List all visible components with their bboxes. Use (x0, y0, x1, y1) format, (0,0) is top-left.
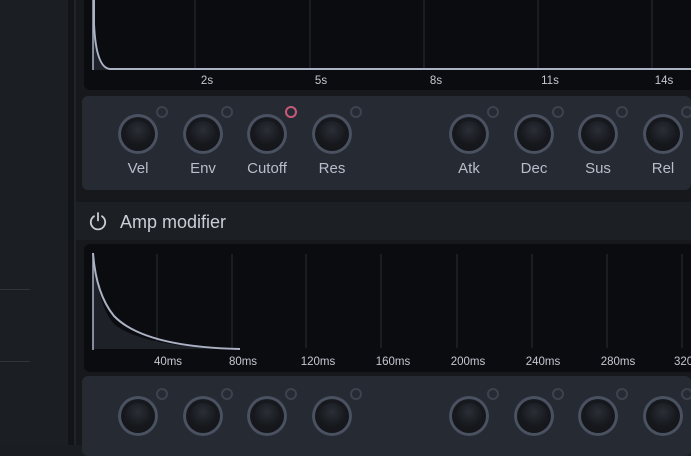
knob-label: Cutoff (247, 160, 287, 177)
knob-label: Atk (458, 160, 480, 177)
amp-knob-panel (82, 376, 691, 456)
sidebar (0, 0, 68, 445)
mod-indicator[interactable] (616, 388, 628, 400)
mod-indicator[interactable] (221, 106, 233, 118)
mod-indicator[interactable] (552, 106, 564, 118)
amp-modifier-graph[interactable]: 40ms 80ms 120ms 160ms 200ms 240ms 280ms … (84, 244, 691, 372)
amp-envelope-svg: 40ms 80ms 120ms 160ms 200ms 240ms 280ms … (92, 252, 691, 368)
knob-dial[interactable] (643, 114, 683, 154)
sidebar-divider (0, 289, 30, 290)
mod-indicator[interactable] (487, 388, 499, 400)
time-label: 2s (201, 75, 213, 87)
time-label: 80ms (229, 356, 257, 368)
knob-dial[interactable] (118, 396, 158, 436)
time-label: 280ms (601, 356, 636, 368)
knob-label: Env (190, 160, 216, 177)
mod-indicator[interactable] (552, 388, 564, 400)
time-label: 14s (655, 75, 674, 87)
filter-knob-panel: Vel Env Cutoff Res Atk Dec Sus Rel (82, 96, 691, 190)
knob-dial[interactable] (183, 114, 223, 154)
knob-dial[interactable] (118, 114, 158, 154)
knob-label: Sus (585, 160, 611, 177)
time-label: 320ms (674, 356, 691, 368)
knob-dial[interactable] (247, 396, 287, 436)
knob-label: Dec (520, 160, 548, 177)
mod-indicator[interactable] (156, 106, 168, 118)
time-label: 5s (315, 75, 327, 87)
amp-modifier-header: Amp modifier (76, 202, 691, 240)
mod-indicator[interactable] (350, 106, 362, 118)
filter-envelope-svg: 2s 5s 8s 11s 14s (92, 0, 691, 87)
mod-indicator[interactable] (285, 388, 297, 400)
mod-indicator[interactable] (350, 388, 362, 400)
time-label: 40ms (154, 356, 182, 368)
section-title: Amp modifier (120, 212, 227, 232)
knob-dial[interactable] (643, 396, 683, 436)
knob-dial[interactable] (514, 114, 554, 154)
knob-dial[interactable] (514, 396, 554, 436)
time-label: 160ms (376, 356, 411, 368)
time-label: 8s (430, 75, 442, 87)
time-label: 11s (541, 75, 559, 87)
mod-indicator[interactable] (681, 106, 691, 118)
knob-dial[interactable] (312, 114, 352, 154)
mod-indicator[interactable] (616, 106, 628, 118)
mod-indicator[interactable] (156, 388, 168, 400)
mod-indicator[interactable] (681, 388, 691, 400)
knob-dial[interactable] (183, 396, 223, 436)
mod-indicator[interactable] (221, 388, 233, 400)
time-label: 240ms (526, 356, 561, 368)
knob-dial[interactable] (578, 396, 618, 436)
mod-indicator[interactable] (487, 106, 499, 118)
knob-label: Rel (651, 160, 675, 177)
envelope-fill (93, 0, 691, 70)
knob-dial[interactable] (312, 396, 352, 436)
knob-dial[interactable] (247, 114, 287, 154)
knob-dial[interactable] (449, 114, 489, 154)
knob-label: Vel (127, 160, 149, 177)
time-label: 120ms (301, 356, 336, 368)
amp-envelope-fill (93, 253, 240, 349)
time-label: 200ms (451, 356, 486, 368)
mod-indicator-active[interactable] (285, 106, 297, 118)
filter-envelope-graph[interactable]: 2s 5s 8s 11s 14s (84, 0, 691, 90)
envelope-curve (93, 0, 691, 70)
knob-dial[interactable] (578, 114, 618, 154)
power-icon[interactable] (88, 211, 108, 236)
knob-label: Res (318, 160, 346, 177)
sidebar-divider (0, 361, 30, 362)
knob-dial[interactable] (449, 396, 489, 436)
